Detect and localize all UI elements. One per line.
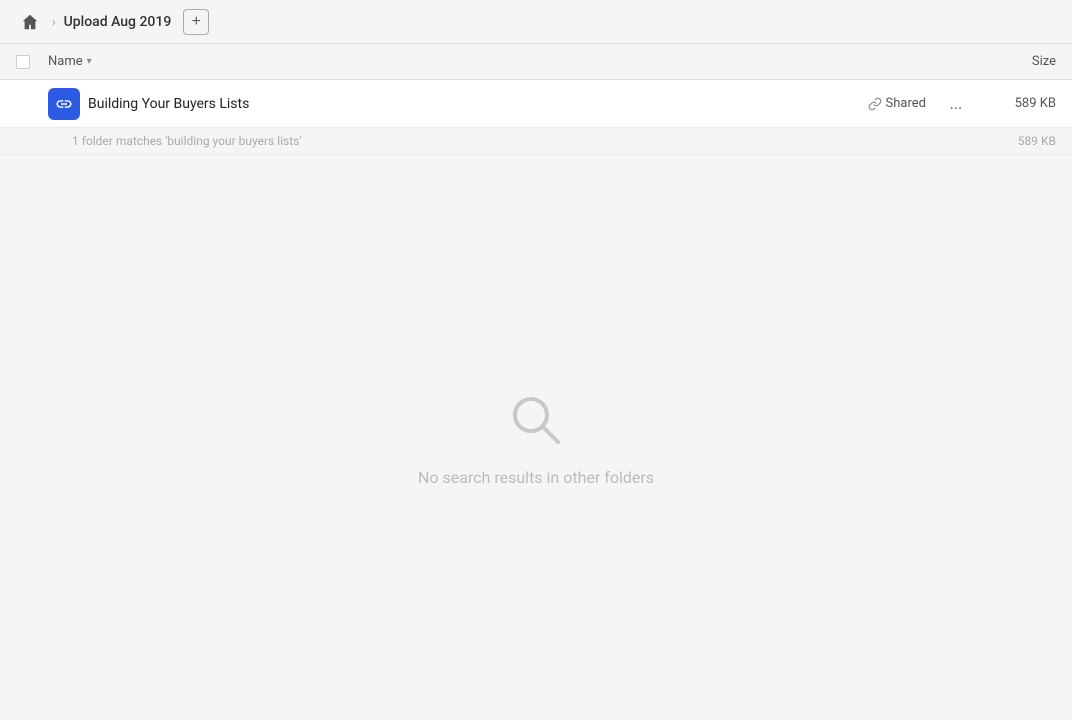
more-options-button[interactable]: ...	[942, 90, 970, 118]
empty-state-message: No search results in other folders	[418, 468, 654, 487]
size-column-header: Size	[976, 54, 1056, 69]
breadcrumb-chevron: ›	[52, 15, 56, 29]
name-sort-icon: ▾	[87, 56, 92, 67]
header-checkbox-col	[16, 55, 48, 69]
add-button[interactable]: +	[183, 9, 209, 35]
empty-state: No search results in other folders	[0, 155, 1072, 720]
shared-label: Shared	[886, 96, 926, 111]
header-bar: › Upload Aug 2019 +	[0, 0, 1072, 44]
column-headers: Name ▾ Size	[0, 44, 1072, 80]
name-column-header[interactable]: Name ▾	[48, 54, 976, 69]
app-container: › Upload Aug 2019 + Name ▾ Size Building…	[0, 0, 1072, 720]
match-count-row: 1 folder matches 'building your buyers l…	[0, 128, 1072, 155]
file-size: 589 KB	[986, 96, 1056, 111]
no-results-search-icon	[504, 388, 568, 452]
file-type-icon	[48, 88, 80, 120]
file-name: Building Your Buyers Lists	[88, 96, 868, 112]
file-row[interactable]: Building Your Buyers Lists Shared ... 58…	[0, 80, 1072, 128]
match-text: 1 folder matches 'building your buyers l…	[72, 134, 301, 148]
select-all-checkbox[interactable]	[16, 55, 30, 69]
shared-indicator: Shared	[868, 96, 926, 111]
match-size: 589 KB	[1018, 134, 1056, 148]
breadcrumb-title: Upload Aug 2019	[64, 14, 172, 30]
home-button[interactable]	[16, 8, 44, 36]
